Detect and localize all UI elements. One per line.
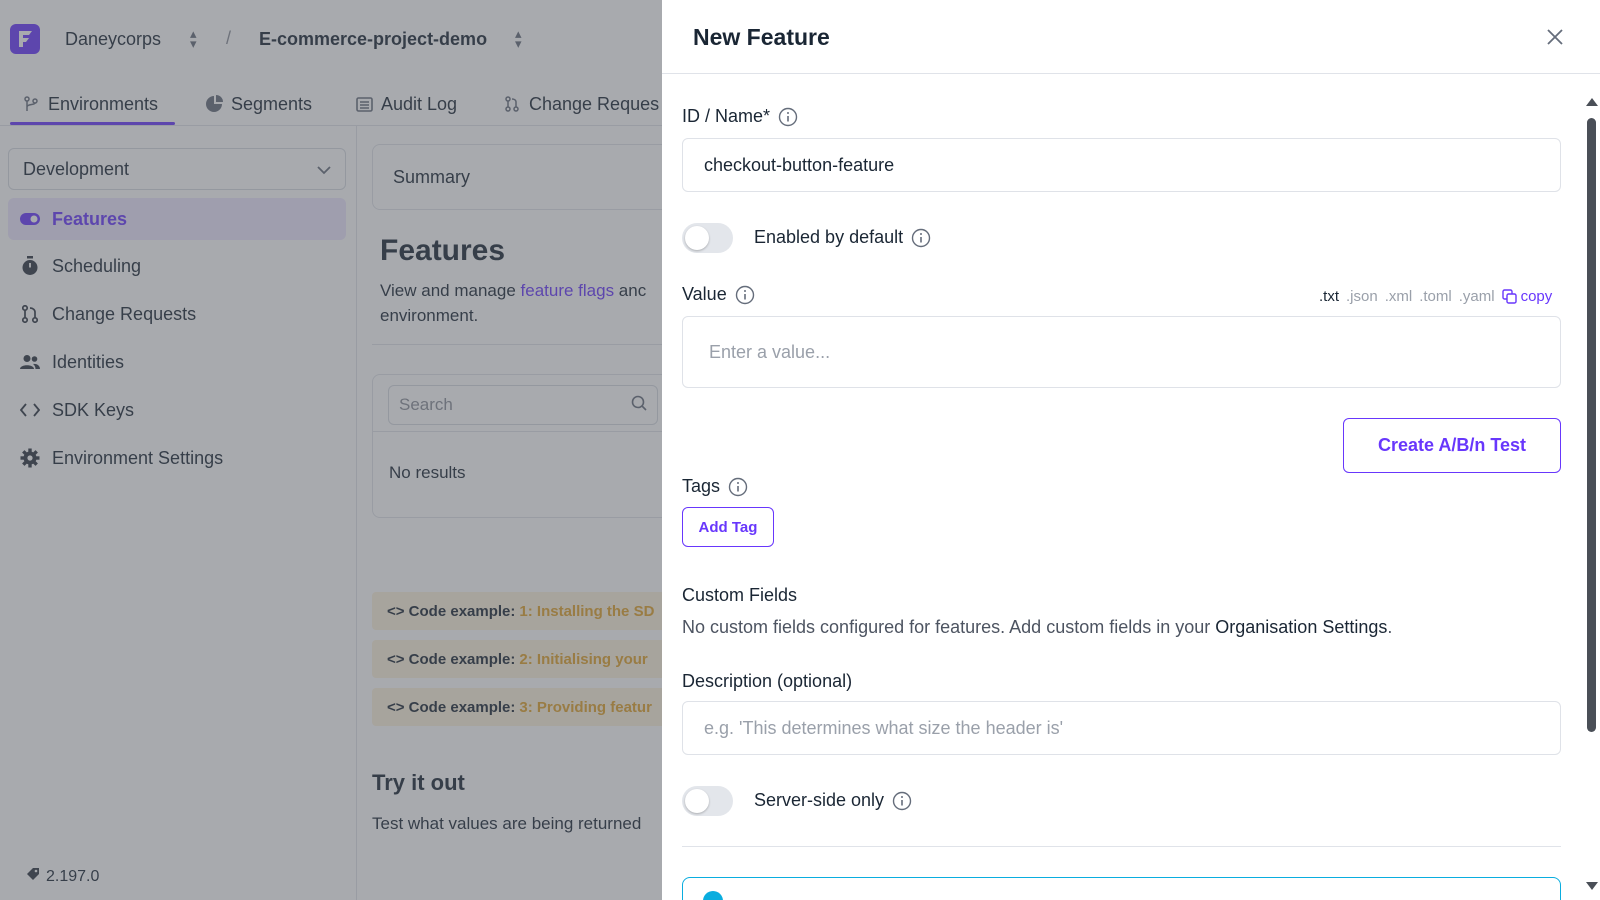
enabled-by-default-text: Enabled by default <box>754 227 904 247</box>
value-format-selector: .txt .json .xml .toml .yaml copy <box>1319 288 1552 305</box>
description-label: Description (optional) <box>682 671 853 691</box>
server-side-only-label: Server-side only <box>754 790 912 811</box>
value-label: Value <box>682 284 755 305</box>
server-side-only-toggle[interactable] <box>682 786 733 816</box>
tags-label-text: Tags <box>682 476 721 496</box>
format-txt[interactable]: .txt <box>1319 288 1339 305</box>
custom-fields-text: No custom fields configured for features… <box>682 617 1216 637</box>
scrollbar-thumb[interactable] <box>1587 118 1596 732</box>
format-json[interactable]: .json <box>1346 288 1378 305</box>
value-input[interactable] <box>682 316 1561 388</box>
info-icon[interactable] <box>911 228 931 248</box>
close-button[interactable] <box>1542 24 1568 50</box>
panel-header: New Feature <box>662 0 1600 74</box>
copy-label: copy <box>1520 288 1553 305</box>
description-input[interactable] <box>682 701 1561 755</box>
scroll-up-arrow-icon[interactable] <box>1586 98 1598 106</box>
info-icon <box>703 891 723 900</box>
info-icon[interactable] <box>735 285 755 305</box>
id-name-label-text: ID / Name* <box>682 106 771 126</box>
custom-fields-label: Custom Fields <box>682 585 798 605</box>
info-callout <box>682 877 1561 900</box>
panel-scrollbar[interactable] <box>1582 98 1598 898</box>
panel-title: New Feature <box>693 24 830 50</box>
new-feature-panel: New Feature ID / Name* Enabled by defaul… <box>662 0 1600 900</box>
divider <box>682 846 1561 847</box>
custom-fields-end: . <box>1387 617 1393 637</box>
toggle-knob <box>685 226 709 250</box>
scroll-down-arrow-icon[interactable] <box>1586 882 1598 890</box>
create-ab-test-button[interactable]: Create A/B/n Test <box>1343 418 1561 473</box>
format-xml[interactable]: .xml <box>1385 288 1413 305</box>
value-label-text: Value <box>682 284 727 304</box>
format-toml[interactable]: .toml <box>1419 288 1452 305</box>
enabled-by-default-toggle[interactable] <box>682 223 733 253</box>
server-side-only-text: Server-side only <box>754 790 885 810</box>
close-icon <box>1547 29 1563 45</box>
format-yaml[interactable]: .yaml <box>1459 288 1495 305</box>
copy-button[interactable]: copy <box>1501 288 1553 305</box>
toggle-knob <box>685 789 709 813</box>
custom-fields-message: No custom fields configured for features… <box>682 617 1392 638</box>
tags-label: Tags <box>682 476 748 497</box>
id-name-label: ID / Name* <box>682 106 798 127</box>
copy-icon <box>1501 289 1517 304</box>
feature-id-input[interactable] <box>682 138 1561 192</box>
info-icon[interactable] <box>728 477 748 497</box>
add-tag-button[interactable]: Add Tag <box>682 507 774 547</box>
info-icon[interactable] <box>778 107 798 127</box>
enabled-by-default-label: Enabled by default <box>754 227 931 248</box>
info-icon[interactable] <box>892 791 912 811</box>
organisation-settings-link[interactable]: Organisation Settings <box>1215 617 1387 637</box>
